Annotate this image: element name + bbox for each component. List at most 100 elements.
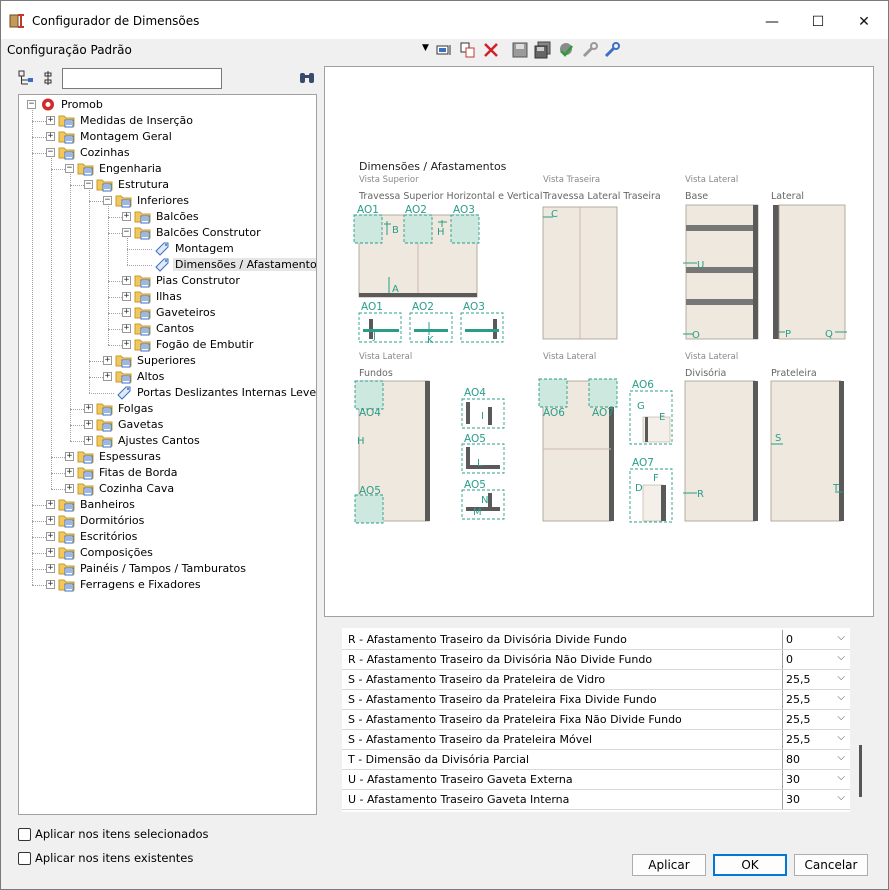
property-name: U - Afastamento Traseiro Gaveta Interna: [348, 793, 570, 806]
property-row[interactable]: R - Afastamento Traseiro da Divisória Di…: [342, 630, 850, 650]
insert-icon[interactable]: [435, 41, 453, 59]
property-value-dropdown[interactable]: 25,5 ⌵: [782, 690, 848, 709]
close-button[interactable]: ✕: [841, 7, 887, 37]
collapse-icon[interactable]: −: [84, 180, 93, 189]
binoculars-icon[interactable]: [298, 70, 316, 86]
property-value-dropdown[interactable]: 25,5 ⌵: [782, 730, 848, 749]
property-value-dropdown[interactable]: 80 ⌵: [782, 750, 848, 769]
property-row[interactable]: T - Dimensão da Divisória Parcial 80 ⌵: [342, 750, 850, 770]
collapse-icon[interactable]: −: [103, 196, 112, 205]
expand-icon[interactable]: +: [103, 356, 112, 365]
expand-icon[interactable]: +: [65, 468, 74, 477]
property-value-dropdown[interactable]: 0 ⌵: [782, 650, 848, 669]
property-value-dropdown[interactable]: 25,5 ⌵: [782, 710, 848, 729]
wrench-icon[interactable]: [581, 41, 599, 59]
tree-item-label: Ferragens e Fixadores: [80, 578, 201, 591]
expand-icon[interactable]: +: [84, 436, 93, 445]
dim-b: B: [392, 225, 399, 236]
minimize-button[interactable]: —: [749, 7, 795, 37]
expand-icon[interactable]: +: [84, 404, 93, 413]
expand-icon[interactable]: +: [65, 452, 74, 461]
tag-ao4: AO4: [359, 407, 381, 419]
collapse-icon[interactable]: −: [65, 164, 74, 173]
expand-icon[interactable]: +: [46, 580, 55, 589]
property-value-dropdown[interactable]: 30 ⌵: [782, 790, 848, 809]
tools-icon[interactable]: [603, 41, 621, 59]
folder-icon: [58, 579, 75, 592]
tree-expand-icon[interactable]: [18, 70, 34, 86]
folder-icon: [96, 435, 113, 448]
folder-icon: [58, 515, 75, 528]
expand-icon[interactable]: +: [122, 292, 131, 301]
tag-ao5-detail-2: AO5: [464, 479, 486, 491]
dimension-diagram: .t-title { font-size: 11px; fill: #222; …: [353, 160, 847, 524]
copy-icon[interactable]: [459, 41, 477, 59]
expand-icon[interactable]: +: [46, 564, 55, 573]
expand-icon[interactable]: +: [122, 324, 131, 333]
chevron-down-icon[interactable]: ⌵: [837, 792, 845, 803]
config-name[interactable]: Configuração Padrão: [7, 43, 132, 57]
expand-icon[interactable]: +: [46, 500, 55, 509]
dim-i: I: [481, 411, 484, 422]
save-all-icon[interactable]: [534, 41, 552, 59]
collapse-icon[interactable]: −: [27, 100, 36, 109]
chevron-down-icon[interactable]: ⌵: [837, 752, 845, 763]
expand-icon[interactable]: +: [122, 308, 131, 317]
property-value: 25,5: [786, 713, 811, 726]
collapse-icon[interactable]: −: [46, 148, 55, 157]
property-row[interactable]: U - Afastamento Traseiro Gaveta Interna 3…: [342, 790, 850, 810]
property-scrollbar[interactable]: [859, 745, 862, 797]
search-input[interactable]: [62, 68, 222, 89]
property-row[interactable]: S - Afastamento Traseiro da Prateleira F…: [342, 690, 850, 710]
checkbox-box[interactable]: [18, 852, 31, 865]
apply-button[interactable]: Aplicar: [632, 854, 706, 876]
property-value-dropdown[interactable]: 0 ⌵: [782, 630, 848, 649]
save-icon[interactable]: [511, 41, 529, 59]
chevron-down-icon[interactable]: ⌵: [837, 692, 845, 703]
folder-icon: [58, 131, 75, 144]
expand-icon[interactable]: +: [46, 132, 55, 141]
property-row[interactable]: S - Afastamento Traseiro da Prateleira M…: [342, 730, 850, 750]
tree-collapse-icon[interactable]: [40, 70, 56, 86]
expand-icon[interactable]: +: [103, 372, 112, 381]
dim-u: U: [697, 260, 704, 271]
property-value-dropdown[interactable]: 25,5 ⌵: [782, 670, 848, 689]
view-label: Vista Lateral: [359, 352, 412, 362]
expand-icon[interactable]: +: [84, 420, 93, 429]
expand-icon[interactable]: +: [122, 276, 131, 285]
chevron-down-icon[interactable]: ⌵: [837, 772, 845, 783]
property-value: 30: [786, 773, 800, 786]
property-value-dropdown[interactable]: 30 ⌵: [782, 770, 848, 789]
collapse-icon[interactable]: −: [122, 228, 131, 237]
folder-icon: [58, 531, 75, 544]
expand-icon[interactable]: +: [122, 340, 131, 349]
expand-icon[interactable]: +: [122, 212, 131, 221]
property-row[interactable]: S - Afastamento Traseiro da Prateleira d…: [342, 670, 850, 690]
expand-icon[interactable]: +: [46, 532, 55, 541]
chevron-down-icon[interactable]: ⌵: [837, 652, 845, 663]
property-row[interactable]: R - Afastamento Traseiro da Divisória Nã…: [342, 650, 850, 670]
maximize-button[interactable]: ☐: [795, 7, 841, 37]
property-row[interactable]: U - Afastamento Traseiro Gaveta Externa 3…: [342, 770, 850, 790]
tree-item-label: Altos: [137, 370, 165, 383]
checkbox-box[interactable]: [18, 828, 31, 841]
folder-icon: [134, 211, 151, 224]
tree-item-label: Cantos: [156, 322, 195, 335]
tag-ao1: AO1: [357, 204, 379, 216]
chevron-down-icon[interactable]: ⌵: [837, 672, 845, 683]
folder-icon: [134, 227, 151, 240]
property-row[interactable]: S - Afastamento Traseiro da Prateleira F…: [342, 710, 850, 730]
expand-icon[interactable]: +: [46, 116, 55, 125]
check-settings-icon[interactable]: [557, 41, 575, 59]
expand-icon[interactable]: +: [46, 516, 55, 525]
cancel-button[interactable]: Cancelar: [794, 854, 868, 876]
chevron-down-icon[interactable]: ⌵: [837, 712, 845, 723]
chevron-down-icon[interactable]: ⌵: [837, 632, 845, 643]
expand-icon[interactable]: +: [46, 548, 55, 557]
tree-item-label: Dormitórios: [80, 514, 145, 527]
delete-icon[interactable]: [482, 41, 500, 59]
expand-icon[interactable]: +: [65, 484, 74, 493]
config-dropdown-arrow[interactable]: ▼: [422, 43, 429, 53]
ok-button[interactable]: OK: [713, 854, 787, 876]
chevron-down-icon[interactable]: ⌵: [837, 732, 845, 743]
